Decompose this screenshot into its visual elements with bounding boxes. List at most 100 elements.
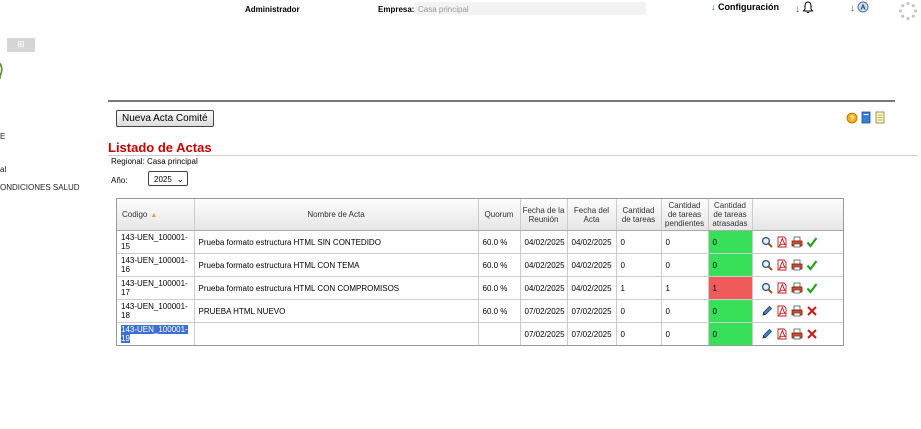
cell-codigo[interactable]: 143-UEN_100001-19 (117, 322, 195, 345)
col-header-fecha-reunion[interactable]: Fecha de la Reunión (520, 199, 568, 231)
check-icon[interactable] (806, 282, 818, 294)
cell-fecha-reunion: 04/02/2025 (520, 253, 568, 277)
year-label: Año: (111, 176, 128, 185)
chevron-down-icon: ⌄ (176, 174, 184, 184)
pdf-icon[interactable] (776, 305, 788, 317)
cell-atrasadas: 0 (708, 230, 753, 254)
notifications-button[interactable]: ↓ (795, 1, 814, 15)
cell-fecha-reunion: 04/02/2025 (520, 276, 568, 300)
cell-quorum (478, 322, 521, 345)
col-header-quorum[interactable]: Quorum (478, 199, 521, 231)
cell-nombre: Prueba formato estructura HTML CON TEMA (194, 253, 479, 277)
user-name: Administrador (245, 5, 300, 14)
pdf-icon[interactable] (776, 282, 788, 294)
cell-fecha-acta: 04/02/2025 (567, 230, 617, 254)
pencil-icon[interactable] (761, 305, 773, 317)
logo-fragment-icon (0, 62, 3, 79)
cell-quorum: 60.0 % (478, 299, 521, 323)
notes-icon[interactable] (874, 111, 886, 124)
sidebar-item[interactable]: al (0, 165, 6, 174)
cell-fecha-acta: 04/02/2025 (567, 276, 617, 300)
search-icon[interactable] (761, 282, 773, 294)
print-icon[interactable] (791, 328, 803, 340)
config-menu[interactable]: ↓ Configuración (711, 2, 779, 12)
table-row[interactable]: 143-UEN_100001-15 Prueba formato estruct… (117, 230, 843, 254)
check-icon[interactable] (806, 236, 818, 248)
cell-actions (752, 323, 843, 346)
print-icon[interactable] (791, 282, 803, 294)
cell-atrasadas: 1 (708, 276, 753, 300)
grid-icon: ⊞ (17, 39, 25, 49)
cell-fecha-acta: 07/02/2025 (567, 322, 617, 345)
cell-actions (752, 299, 843, 323)
sidebar-item[interactable]: ONDICIONES SALUD (0, 183, 80, 192)
divider (108, 155, 918, 156)
cell-actions (752, 276, 843, 300)
col-header-nombre[interactable]: Nombre de Acta (194, 199, 479, 231)
book-icon[interactable] (860, 111, 872, 124)
delete-icon[interactable] (806, 305, 818, 317)
check-icon[interactable] (806, 259, 818, 271)
col-header-cant-tareas[interactable]: Cantidad de tareas (616, 199, 662, 231)
svg-text:A: A (861, 5, 866, 12)
cell-pendientes: 1 (661, 276, 709, 300)
cell-tareas: 0 (616, 322, 662, 345)
cell-codigo[interactable]: 143-UEN_100001-18 (117, 299, 195, 323)
col-header-fecha-acta[interactable]: Fecha del Acta (567, 199, 617, 231)
page-title: Listado de Actas (108, 140, 212, 155)
help-icon[interactable]: ? (846, 111, 858, 124)
loading-spinner-icon (898, 1, 918, 21)
svg-text:?: ? (850, 116, 854, 123)
pencil-icon[interactable] (761, 328, 773, 340)
cell-codigo[interactable]: 143-UEN_100001-16 (117, 253, 195, 277)
col-header-codigo[interactable]: Codigo ▲ (117, 199, 195, 231)
empresa-label: Empresa: (378, 5, 415, 14)
col-header-cant-pendientes[interactable]: Cantidad de tareas pendientes (661, 199, 709, 231)
divider (108, 100, 895, 102)
apps-grid-button[interactable]: ⊞ (7, 38, 35, 52)
col-header-label: Codigo (122, 209, 148, 219)
admin-menu[interactable]: ↓ A (850, 1, 869, 14)
cell-tareas: 0 (616, 230, 662, 254)
cell-nombre: PRUEBA HTML NUEVO (194, 299, 479, 323)
cell-pendientes: 0 (661, 322, 709, 345)
regional-text: Regional: Casa principal (111, 157, 198, 166)
year-select[interactable]: 2025 ⌄ (148, 171, 188, 186)
cell-tareas: 1 (616, 276, 662, 300)
table-row[interactable]: 143-UEN_100001-19 07/02/2025 07/02/2025 … (117, 322, 843, 346)
cell-codigo[interactable]: 143-UEN_100001-17 (117, 276, 195, 300)
pdf-icon[interactable] (776, 328, 788, 340)
arrow-down-icon: ↓ (711, 2, 716, 12)
col-header-cant-atrasadas[interactable]: Cantidad de tareas atrasadas (708, 199, 753, 231)
cell-fecha-reunion: 07/02/2025 (520, 299, 568, 323)
actas-table: Codigo ▲ Nombre de Acta Quorum Fecha de l… (116, 198, 844, 346)
delete-icon[interactable] (806, 328, 818, 340)
cell-fecha-acta: 04/02/2025 (567, 253, 617, 277)
cell-quorum: 60.0 % (478, 230, 521, 254)
cell-actions (752, 253, 843, 277)
table-row[interactable]: 143-UEN_100001-17 Prueba formato estruct… (117, 276, 843, 300)
table-row[interactable]: 143-UEN_100001-18 PRUEBA HTML NUEVO 60.0… (117, 299, 843, 323)
year-value: 2025 (154, 175, 172, 184)
cell-fecha-reunion: 07/02/2025 (520, 322, 568, 345)
print-icon[interactable] (791, 305, 803, 317)
search-icon[interactable] (761, 236, 773, 248)
cell-tareas: 0 (616, 253, 662, 277)
cell-nombre (194, 322, 479, 345)
table-row[interactable]: 143-UEN_100001-16 Prueba formato estruct… (117, 253, 843, 277)
sidebar-item[interactable]: E (0, 132, 5, 141)
cell-pendientes: 0 (661, 299, 709, 323)
cell-codigo[interactable]: 143-UEN_100001-15 (117, 230, 195, 254)
search-icon[interactable] (761, 259, 773, 271)
print-icon[interactable] (791, 259, 803, 271)
arrow-down-icon: ↓ (795, 4, 800, 15)
arrow-down-icon: ↓ (850, 3, 855, 14)
new-acta-button[interactable]: Nueva Acta Comité (116, 110, 214, 127)
cell-quorum: 60.0 % (478, 276, 521, 300)
pdf-icon[interactable] (776, 236, 788, 248)
selected-code: 143-UEN_100001-19 (121, 325, 188, 343)
print-icon[interactable] (791, 236, 803, 248)
pdf-icon[interactable] (776, 259, 788, 271)
cell-pendientes: 0 (661, 253, 709, 277)
sort-asc-icon: ▲ (150, 211, 158, 219)
